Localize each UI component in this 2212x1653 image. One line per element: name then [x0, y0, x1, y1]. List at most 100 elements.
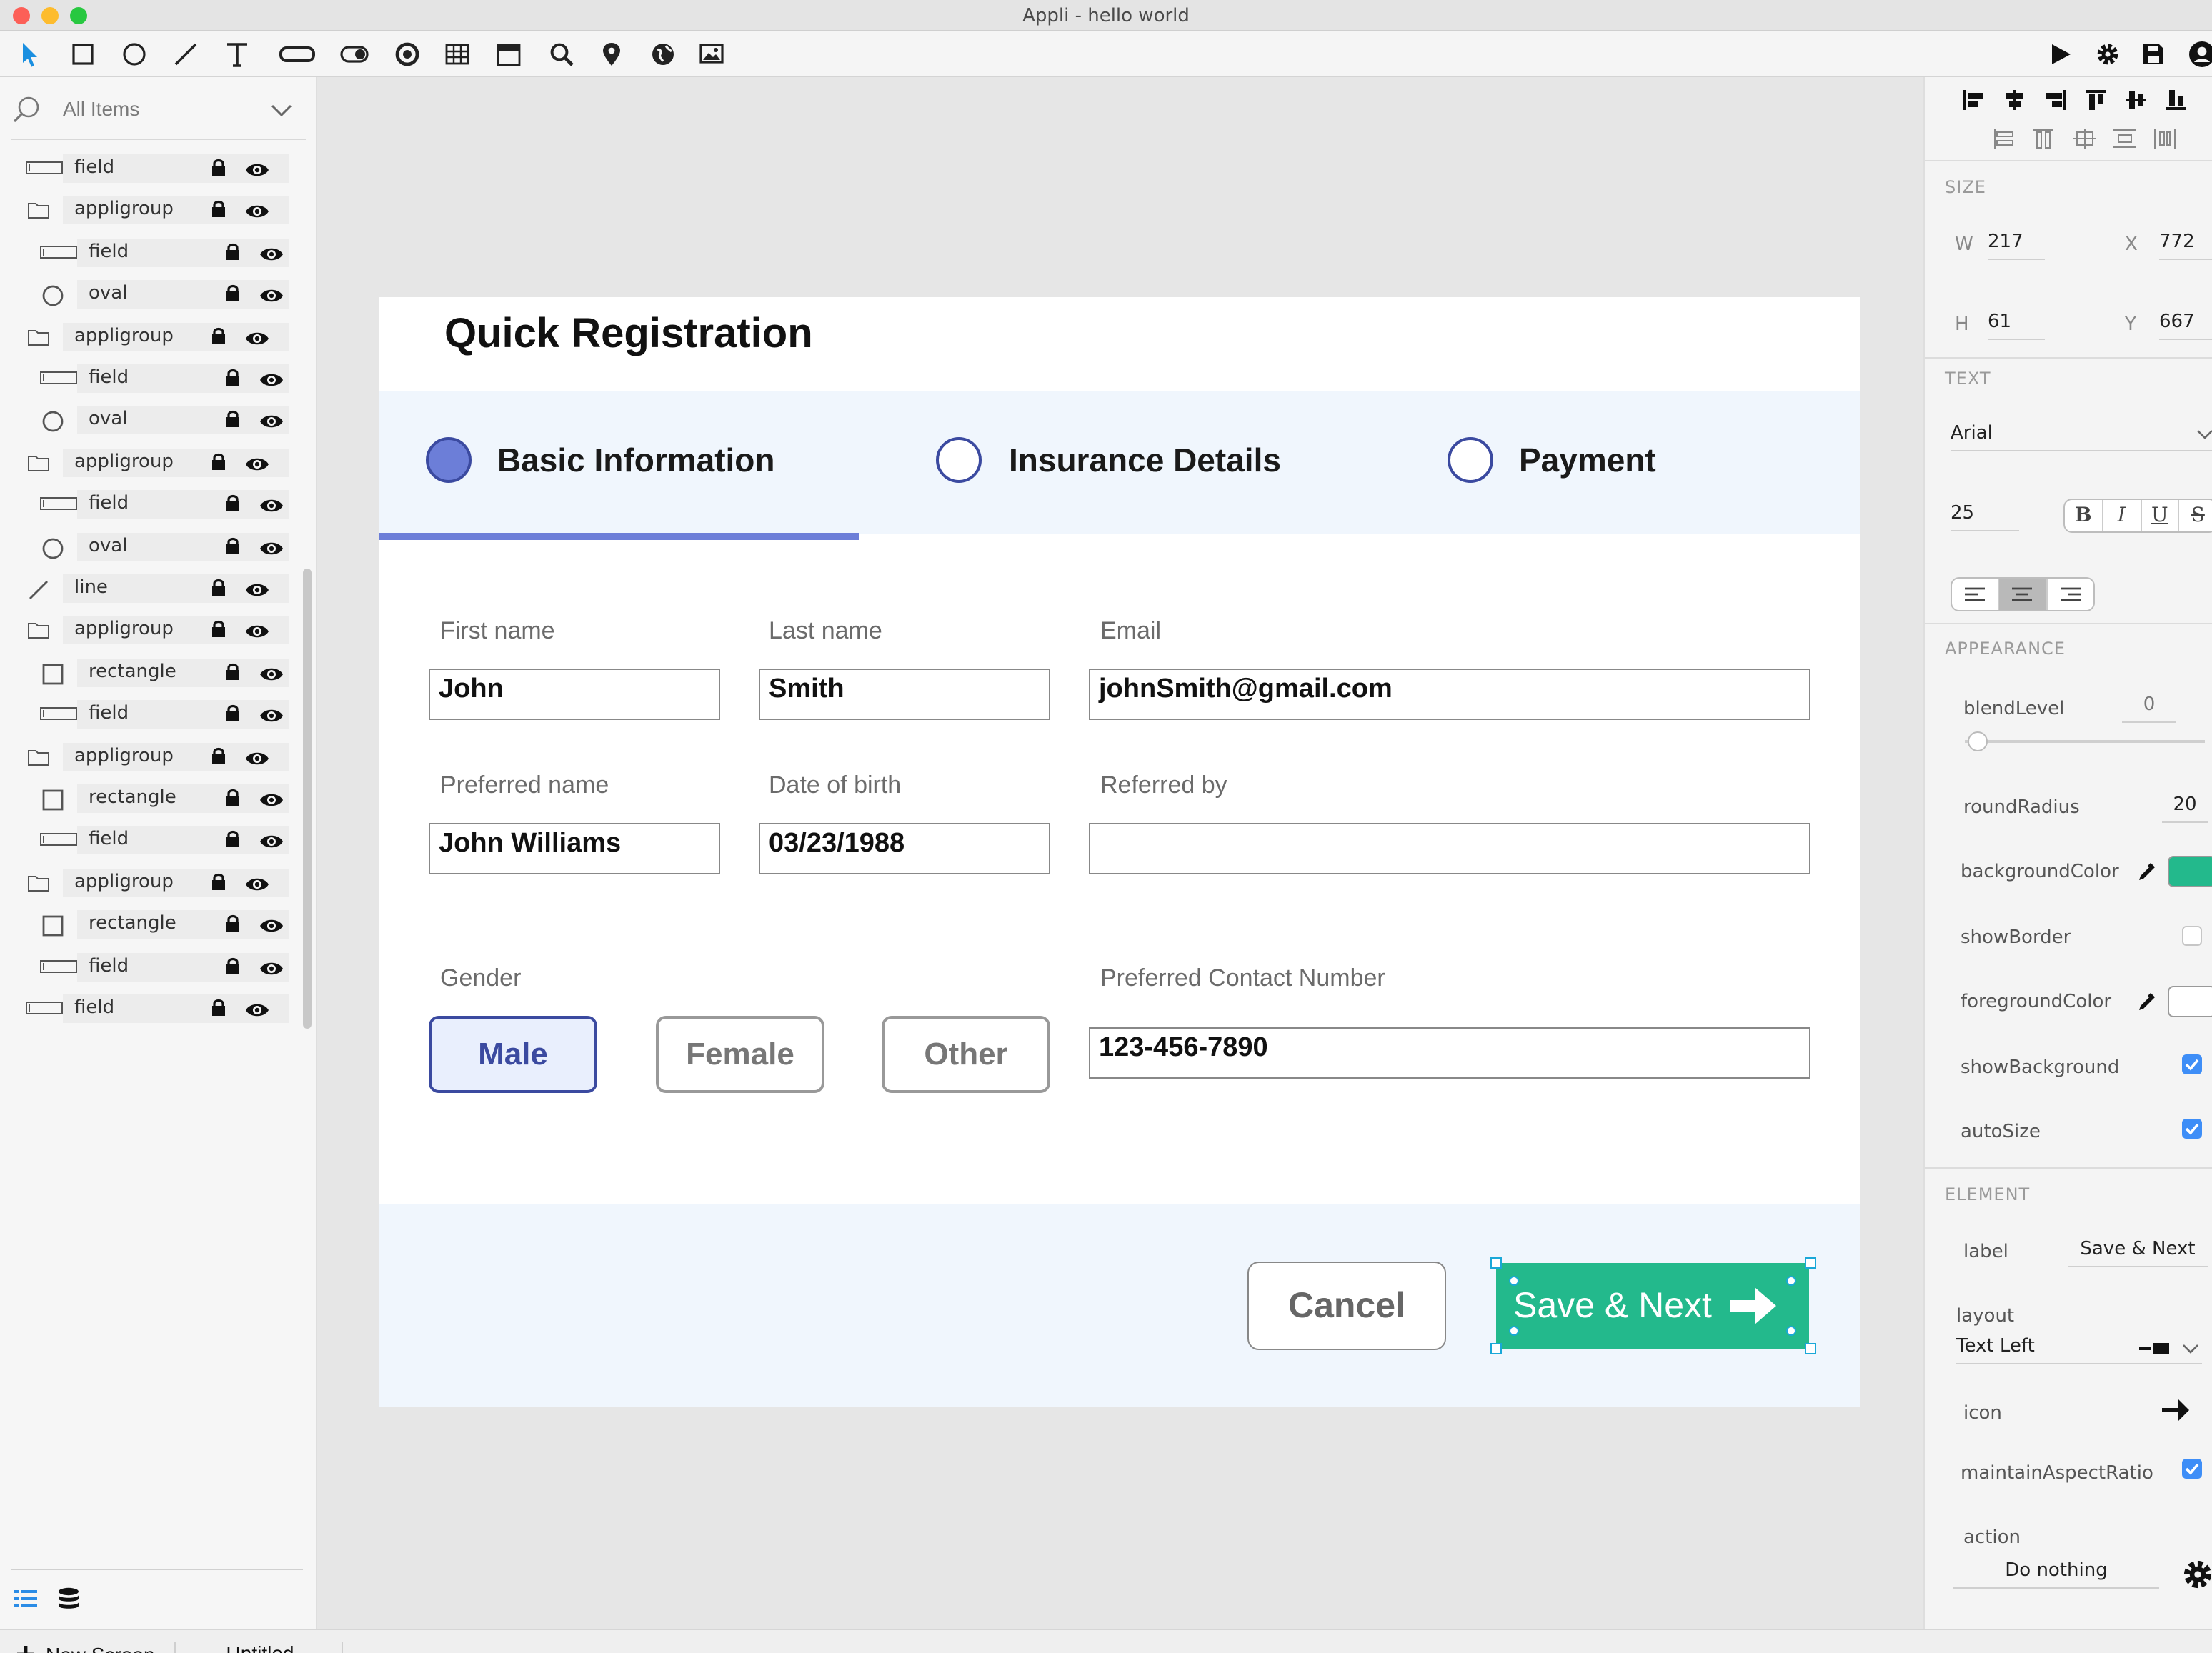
text-align-left-icon[interactable]	[1952, 579, 2000, 610]
gear-icon[interactable]	[2182, 1559, 2212, 1590]
lock-icon[interactable]	[210, 619, 227, 639]
step-indicator-basic[interactable]	[426, 437, 472, 483]
plus-icon[interactable]	[16, 1644, 36, 1653]
layer-row[interactable]: field	[0, 364, 303, 393]
step-indicator-payment[interactable]	[1448, 437, 1493, 483]
show-background-checkbox[interactable]	[2182, 1054, 2202, 1074]
eye-icon[interactable]	[259, 287, 284, 304]
background-color-swatch[interactable]	[2168, 856, 2212, 887]
round-radius-input[interactable]: 20	[2162, 791, 2208, 823]
layer-row[interactable]: appligroup	[0, 322, 303, 351]
text-icon[interactable]	[221, 39, 253, 70]
font-select[interactable]: Arial	[1951, 420, 2212, 451]
lock-icon[interactable]	[210, 325, 227, 345]
distribute-vertical-icon[interactable]	[2113, 129, 2136, 149]
lock-icon[interactable]	[210, 997, 227, 1017]
layer-row[interactable]: oval	[0, 406, 303, 435]
eye-icon[interactable]	[244, 876, 270, 893]
layer-row[interactable]: appligroup	[0, 868, 303, 897]
cancel-button[interactable]: Cancel	[1247, 1262, 1446, 1350]
lock-icon[interactable]	[210, 745, 227, 765]
resize-handle-br[interactable]	[1805, 1343, 1816, 1354]
align-right-icon[interactable]	[2045, 89, 2068, 111]
layer-row[interactable]: rectangle	[0, 658, 303, 687]
line-icon[interactable]	[170, 39, 201, 70]
gear-icon[interactable]	[2092, 39, 2123, 70]
eye-icon[interactable]	[244, 1002, 270, 1019]
layer-row[interactable]: rectangle	[0, 910, 303, 939]
align-middle-v-icon[interactable]	[2125, 89, 2148, 111]
strikethrough-button[interactable]: S	[2180, 500, 2212, 531]
save-icon[interactable]	[2138, 39, 2169, 70]
eye-icon[interactable]	[259, 539, 284, 556]
eye-icon[interactable]	[244, 161, 270, 179]
eyedropper-icon[interactable]	[2136, 992, 2156, 1012]
oval-icon[interactable]	[119, 39, 150, 70]
layer-row[interactable]: field	[0, 994, 303, 1023]
eye-icon[interactable]	[244, 456, 270, 473]
chevron-down-icon[interactable]	[2196, 429, 2212, 440]
radius-handle-tl[interactable]	[1509, 1276, 1519, 1286]
show-border-checkbox[interactable]	[2182, 926, 2202, 946]
radio-icon[interactable]	[392, 39, 423, 70]
lock-icon[interactable]	[224, 913, 241, 933]
dob-field[interactable]: 03/23/1988	[759, 823, 1050, 874]
registration-screen[interactable]: Quick Registration Basic Information Ins…	[379, 297, 1860, 1407]
align-left-icon[interactable]	[1962, 89, 1985, 111]
preferred-name-field[interactable]: John Williams	[429, 823, 720, 874]
user-icon[interactable]	[2186, 39, 2212, 70]
lock-icon[interactable]	[224, 409, 241, 429]
eye-icon[interactable]	[259, 707, 284, 724]
lock-icon[interactable]	[224, 955, 241, 975]
width-input[interactable]: 217	[1988, 229, 2045, 260]
eye-icon[interactable]	[259, 791, 284, 809]
table-icon[interactable]	[442, 39, 473, 70]
layer-row[interactable]: appligroup	[0, 742, 303, 771]
rectangle-icon[interactable]	[67, 39, 99, 70]
step-label-insurance[interactable]: Insurance Details	[1009, 437, 1281, 483]
save-next-button[interactable]: Save & Next	[1496, 1263, 1809, 1349]
layer-row[interactable]: field	[0, 154, 303, 183]
layer-row[interactable]: oval	[0, 280, 303, 309]
eye-icon[interactable]	[244, 749, 270, 766]
x-input[interactable]: 772	[2159, 229, 2212, 260]
eye-icon[interactable]	[259, 917, 284, 934]
eye-icon[interactable]	[244, 581, 270, 599]
lock-icon[interactable]	[224, 493, 241, 513]
chevron-down-icon[interactable]	[270, 101, 293, 119]
eye-icon[interactable]	[259, 834, 284, 851]
last-name-field[interactable]: Smith	[759, 669, 1050, 720]
lock-icon[interactable]	[210, 872, 227, 892]
gender-male-button[interactable]: Male	[429, 1016, 597, 1093]
chevron-down-icon[interactable]	[2182, 1343, 2199, 1354]
layer-row[interactable]: oval	[0, 532, 303, 561]
y-input[interactable]: 667	[2159, 309, 2212, 340]
resize-handle-tr[interactable]	[1805, 1257, 1816, 1269]
align-top-icon[interactable]	[2085, 89, 2108, 111]
blend-level-slider[interactable]	[1965, 740, 2205, 743]
eyedropper-icon[interactable]	[2136, 862, 2156, 882]
lock-icon[interactable]	[224, 703, 241, 723]
lock-icon[interactable]	[224, 661, 241, 681]
database-icon[interactable]	[57, 1586, 80, 1619]
distribute-horizontal-icon[interactable]	[2153, 129, 2176, 149]
pointer-icon[interactable]	[14, 39, 46, 70]
lock-icon[interactable]	[210, 157, 227, 177]
toggle-icon[interactable]	[339, 39, 370, 70]
align-center-h-icon[interactable]	[2003, 89, 2026, 111]
referred-by-field[interactable]	[1089, 823, 1810, 874]
lock-icon[interactable]	[224, 787, 241, 807]
lock-icon[interactable]	[224, 829, 241, 849]
step-label-payment[interactable]: Payment	[1519, 437, 1656, 483]
auto-size-checkbox[interactable]	[2182, 1119, 2202, 1139]
eye-icon[interactable]	[259, 246, 284, 263]
eye-icon[interactable]	[259, 959, 284, 977]
radius-handle-tr[interactable]	[1786, 1276, 1796, 1286]
bold-button[interactable]: B	[2065, 500, 2103, 531]
layer-row[interactable]: field	[0, 238, 303, 267]
eye-icon[interactable]	[259, 414, 284, 431]
layer-row[interactable]: field	[0, 700, 303, 729]
layer-row[interactable]: rectangle	[0, 784, 303, 813]
align-bottom-icon[interactable]	[2165, 89, 2188, 111]
first-name-field[interactable]: John	[429, 669, 720, 720]
